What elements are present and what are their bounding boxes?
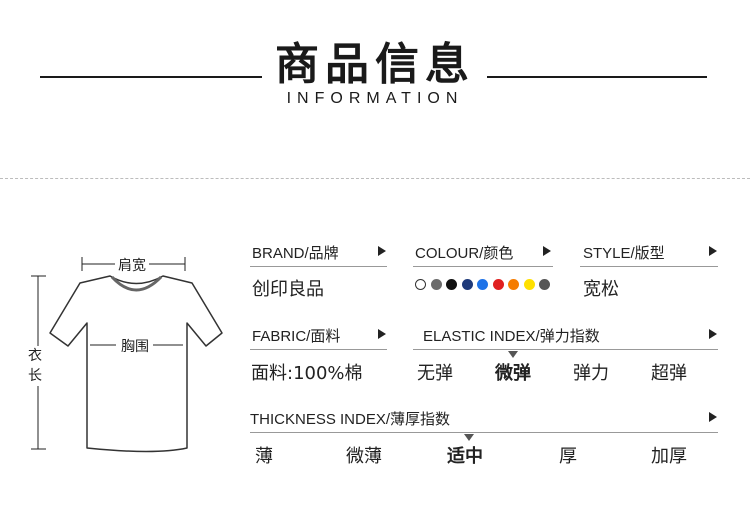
colour-swatch — [461, 279, 473, 290]
colour-swatch — [492, 279, 504, 290]
colour-rule — [413, 266, 553, 267]
length-char-1: 衣 — [28, 348, 42, 364]
colour-swatch — [477, 279, 488, 290]
brand-value: 创印良品 — [252, 279, 324, 300]
thickness-rule — [250, 432, 718, 433]
thickness-option: 微薄 — [346, 446, 382, 467]
colour-swatch — [539, 279, 550, 290]
fabric-label: FABRIC/面料 — [252, 328, 341, 345]
colour-swatch — [446, 279, 457, 290]
fabric-rule — [250, 349, 387, 350]
arrow-right-icon — [378, 329, 386, 339]
elastic-option: 无弹 — [417, 363, 453, 384]
colour-swatch — [523, 279, 535, 290]
elastic-marker-icon — [508, 351, 518, 358]
brand-rule — [250, 266, 387, 267]
elastic-rule — [413, 349, 718, 350]
elastic-option: 微弹 — [495, 363, 531, 384]
length-label: 衣 长 — [28, 346, 44, 386]
arrow-right-icon — [543, 246, 551, 256]
thickness-option: 厚 — [559, 446, 577, 467]
thickness-marker-icon — [464, 434, 474, 441]
arrow-right-icon — [709, 329, 717, 339]
elastic-option: 弹力 — [573, 363, 609, 384]
colour-swatches — [415, 279, 550, 290]
shoulder-width-label: 肩宽 — [115, 255, 149, 275]
style-label: STYLE/版型 — [583, 245, 665, 262]
thickness-option: 薄 — [255, 446, 273, 467]
style-value: 宽松 — [583, 279, 619, 300]
style-rule — [580, 266, 718, 267]
tshirt-outline — [49, 275, 223, 453]
thickness-label: THICKNESS INDEX/薄厚指数 — [250, 411, 451, 428]
title-rule-left — [40, 76, 262, 78]
colour-swatch — [430, 279, 442, 290]
page-title: 商品信息 — [275, 39, 475, 90]
colour-swatch — [508, 279, 519, 290]
colour-swatch — [415, 279, 426, 290]
brand-label: BRAND/品牌 — [252, 245, 339, 262]
elastic-option: 超弹 — [651, 363, 687, 384]
section-divider — [0, 178, 750, 179]
thickness-option: 加厚 — [651, 446, 687, 467]
length-char-2: 长 — [28, 368, 42, 384]
arrow-right-icon — [709, 412, 717, 422]
arrow-right-icon — [709, 246, 717, 256]
page-subtitle: INFORMATION — [286, 90, 464, 107]
elastic-label: ELASTIC INDEX/弹力指数 — [423, 328, 600, 345]
fabric-value: 面料:100%棉 — [251, 363, 363, 384]
colour-label: COLOUR/颜色 — [415, 245, 514, 262]
thickness-option: 适中 — [447, 446, 483, 467]
arrow-right-icon — [378, 246, 386, 256]
title-rule-right — [487, 76, 707, 78]
chest-label: 胸围 — [119, 336, 151, 356]
